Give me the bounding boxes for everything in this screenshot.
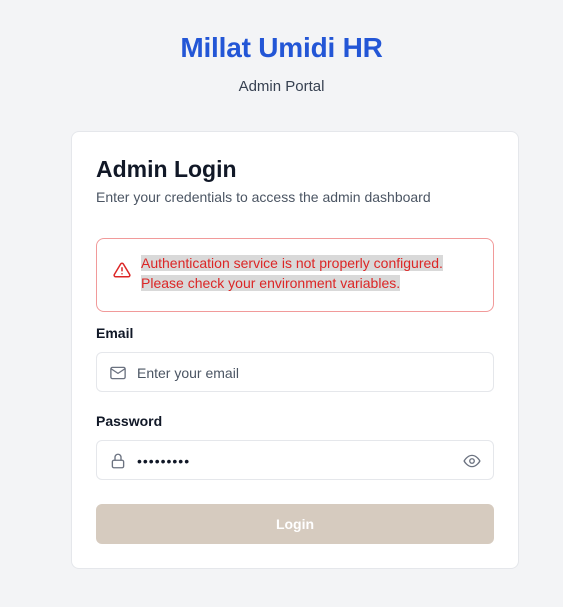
eye-icon[interactable] <box>463 452 481 470</box>
login-button[interactable]: Login <box>96 504 494 544</box>
card-description: Enter your credentials to access the adm… <box>96 189 431 205</box>
lock-icon <box>111 453 125 469</box>
email-label: Email <box>96 325 134 341</box>
portal-subtitle: Admin Portal <box>238 78 325 95</box>
password-input[interactable] <box>137 449 447 473</box>
error-message: Authentication service is not properly c… <box>141 253 471 293</box>
password-field[interactable] <box>96 440 494 480</box>
brand-title: Millat Umidi HR <box>180 32 383 63</box>
login-card: Admin Login Enter your credentials to ac… <box>71 131 519 569</box>
mail-icon <box>110 366 126 380</box>
card-title: Admin Login <box>96 156 237 182</box>
error-message-line-1: Authentication service is not properly c… <box>141 255 443 271</box>
password-label: Password <box>96 413 163 429</box>
error-message-line-2: Please check your environment variables. <box>141 275 401 291</box>
email-field[interactable] <box>96 352 494 392</box>
email-input[interactable] <box>137 361 447 385</box>
error-alert: Authentication service is not properly c… <box>96 238 494 312</box>
warning-triangle-icon <box>113 262 131 278</box>
